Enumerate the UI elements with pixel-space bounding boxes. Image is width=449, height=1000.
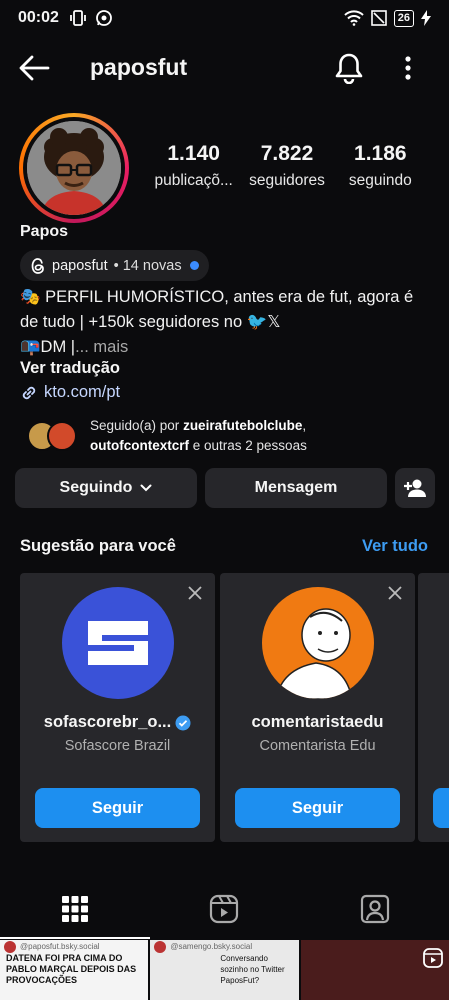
suggestions-title: Sugestão para você [20,537,176,555]
suggestion-username: sofascorebr_o... [43,713,172,731]
post-handle: @paposfut.bsky.social [20,942,100,951]
bio-line-2: de tudo | +150k seguidores no 🐦𝕏 [20,313,281,331]
profile-website-link[interactable]: kto.com/pt [20,383,120,402]
vibrate-icon [70,10,86,26]
followed-by-prefix: Seguido(a) por [90,418,184,433]
post-thumbnail[interactable]: @paposfut.bsky.social DATENA FOI PRA CIM… [0,940,149,1000]
followed-by-separator: , [302,418,307,433]
threads-unread-dot [189,261,199,270]
website-url: kto.com/pt [44,383,121,401]
status-time: 00:02 [18,9,59,26]
profile-stats: 1.140 publicaçõ... 7.822 seguidores 1.18… [147,142,427,190]
chevron-down-icon [140,484,152,492]
suggestion-username: comentaristaedu [251,713,384,731]
threads-badge[interactable]: paposfut • 14 novas [20,250,209,281]
profile-avatar[interactable] [19,113,129,223]
signal-off-icon [370,10,387,26]
tagged-icon[interactable] [360,894,390,924]
follower-avatar [47,421,77,451]
bio-line-1: 🎭 PERFIL HUMORÍSTICO, antes era de fut, … [20,288,414,306]
suggest-users-button[interactable] [395,468,435,508]
active-tab-indicator [0,937,150,939]
suggestion-card-partial[interactable] [418,573,449,842]
charging-icon [421,10,431,26]
post-grid: @paposfut.bsky.social DATENA FOI PRA CIM… [0,940,449,1000]
back-arrow-icon[interactable] [18,54,50,82]
posts-stat[interactable]: 1.140 publicaçõ... [147,142,240,190]
profile-header: paposfut [0,44,449,92]
post-author-avatar [4,941,16,953]
suggestion-full-name: Comentarista Edu [259,738,376,754]
followed-by-user-2: outofcontextcrf [90,438,189,453]
posts-label: publicaçõ... [154,172,233,189]
bio-line-3: 📭DM | [20,338,76,356]
following-button-label: Seguindo [59,479,133,496]
following-button[interactable]: Seguindo [15,468,197,508]
suggestion-card[interactable]: sofascorebr_o... Sofascore Brazil Seguir [20,573,215,842]
suggestion-card[interactable]: comentaristaedu Comentarista Edu Seguir [220,573,415,842]
avatar-image [27,121,121,215]
verified-badge-icon [175,715,191,730]
post-thumbnail[interactable] [300,940,449,1000]
battery-indicator: 26 [393,9,414,27]
comentaristaedu-avatar [262,587,374,699]
bio-more-link[interactable]: ... mais [75,338,128,356]
suggestion-full-name: Sofascore Brazil [64,738,171,754]
follow-button[interactable]: Seguir [35,788,200,828]
add-user-icon [404,479,426,497]
followers-count: 7.822 [260,142,314,165]
notification-bell-icon[interactable] [334,52,364,84]
message-button-label: Mensagem [254,479,338,496]
followers-label: seguidores [249,172,325,189]
reels-icon[interactable] [209,894,239,924]
message-button[interactable]: Mensagem [205,468,387,508]
close-icon[interactable] [387,585,403,601]
more-options-icon[interactable] [398,54,418,82]
suggestion-avatar[interactable] [62,587,174,699]
following-stat[interactable]: 1.186 seguindo [334,142,427,190]
close-icon[interactable] [187,585,203,601]
profile-username: paposfut [90,54,188,80]
follow-button-label: Seguir [291,798,344,817]
following-label: seguindo [348,172,412,189]
threads-icon [31,257,44,274]
follow-button[interactable]: Seguir [235,788,400,828]
profile-display-name: Papos [20,223,69,240]
posts-count: 1.140 [167,142,220,165]
following-count: 1.186 [354,142,407,165]
threads-new-count: • 14 novas [113,257,182,274]
follow-button-label: Seguir [91,798,144,817]
post-text: Conversando sozinho no Twitter PaposFut? [220,954,285,985]
status-bar: 00:02 26 [0,0,449,36]
followed-by[interactable]: Seguido(a) por zueirafutebolclube, outof… [27,416,307,456]
followed-by-user-1: zueirafutebolclube [183,418,303,433]
reel-badge-icon [423,948,443,968]
threads-handle: paposfut [52,257,108,274]
post-handle: @samengo.bsky.social [170,942,253,951]
grid-icon[interactable] [60,894,90,924]
profile-bio: 🎭 PERFIL HUMORÍSTICO, antes era de fut, … [20,285,435,360]
post-text: DATENA FOI PRA CIMA DO PABLO MARÇAL DEPO… [6,953,137,985]
followed-by-suffix: e outras 2 pessoas [189,438,307,453]
see-translation-link[interactable]: Ver tradução [20,359,120,378]
suggestion-avatar[interactable] [262,587,374,699]
post-thumbnail[interactable]: @samengo.bsky.social Conversando sozinho… [150,940,299,1000]
profile-tabs [0,880,449,940]
followers-stat[interactable]: 7.822 seguidores [240,142,333,190]
follow-button[interactable] [433,788,449,828]
wifi-icon [344,10,364,26]
whatsapp-icon [96,10,112,26]
see-all-link[interactable]: Ver tudo [362,537,428,556]
link-icon [22,386,36,399]
sofascore-logo [62,587,174,699]
